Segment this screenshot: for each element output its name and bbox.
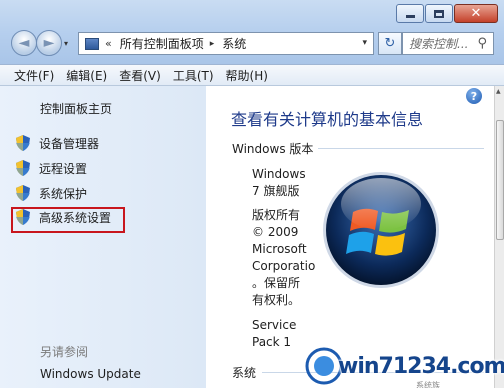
back-arrow-icon: ◄ [18,35,30,51]
system-section-heading: 系统 [232,366,257,380]
search-input[interactable]: 搜索控制... ⚲ [402,32,494,55]
see-also-heading: 另请参阅 [40,345,89,359]
sidebar-item-label: 系统保护 [39,186,88,201]
refresh-icon: ↻ [384,36,396,51]
copyright-line: © 2009 [252,225,299,239]
menu-view[interactable]: 查看(V) [119,67,161,84]
window-controls: ✕ [395,4,498,23]
control-panel-home-link[interactable]: 控制面板主页 [40,100,112,117]
section-divider [318,148,484,149]
menu-bar: 文件(F) 编辑(E) 查看(V) 工具(T) 帮助(H) [0,64,504,86]
breadcrumb-overflow[interactable]: « [105,37,112,50]
refresh-button[interactable]: ↻ [378,32,402,55]
copyright-line: Microsoft [252,242,307,256]
recent-pages-dropdown[interactable]: ▾ [64,39,68,48]
sidebar-item-device-manager[interactable]: 设备管理器 [16,134,99,152]
windows-logo-icon [323,172,439,288]
menu-help[interactable]: 帮助(H) [226,67,268,84]
breadcrumb-system[interactable]: 系统 [222,35,246,52]
copyright-line: 。保留所 [252,276,301,290]
help-icon: ? [470,89,478,103]
control-panel-icon [85,37,99,50]
address-bar[interactable]: « 所有控制面板项 ▸ 系统 ▾ [78,32,374,55]
sidebar-item-label: 设备管理器 [39,136,100,151]
close-icon: ✕ [470,6,482,21]
sidebar-item-remote-settings[interactable]: 远程设置 [16,159,87,177]
copyright-line: 版权所有 [252,208,301,222]
menu-edit[interactable]: 编辑(E) [66,67,107,84]
scroll-up-icon[interactable]: ▲ [496,88,501,95]
copyright-line: Corporatio [252,259,316,273]
edition-block: Windows 7 旗舰版 [252,166,306,200]
search-icon[interactable]: ⚲ [477,36,487,51]
sidebar-item-label: 远程设置 [39,161,88,176]
watermark-text: win71234.com [338,354,504,379]
menu-tools[interactable]: 工具(T) [173,67,214,84]
windows-update-link[interactable]: Windows Update [40,367,141,381]
sidebar-item-system-protection[interactable]: 系统保护 [16,184,87,202]
maximize-button[interactable] [425,4,453,23]
minimize-button[interactable] [396,4,424,23]
close-button[interactable]: ✕ [454,4,498,23]
edition-line: 7 旗舰版 [252,184,300,198]
back-button[interactable]: ◄ [11,30,37,56]
edition-line: Windows [252,167,306,181]
breadcrumb-separator-icon[interactable]: ▸ [210,39,215,49]
windows-edition-heading: Windows 版本 [232,142,314,156]
menu-file[interactable]: 文件(F) [14,67,54,84]
breadcrumb-control-panel-items[interactable]: 所有控制面板项 [120,35,204,52]
service-pack-line: Service [252,318,297,332]
watermark-subtext: 系统族 [416,381,440,388]
service-pack-block: Service Pack 1 [252,317,296,351]
forward-button[interactable]: ► [36,30,62,56]
site-watermark: win71234.com 系统族 [304,340,504,388]
maximize-icon [434,9,444,18]
address-dropdown-icon[interactable]: ▾ [362,38,367,48]
forward-arrow-icon: ► [43,35,55,51]
task-pane: 控制面板主页 设备管理器 远程设置 系统保护 高级系统设置 另请参阅 Windo… [0,86,206,388]
scrollbar-thumb[interactable] [496,120,504,240]
help-button[interactable]: ? [466,88,482,104]
copyright-line: 有权利。 [252,293,301,307]
uac-shield-icon [16,185,30,201]
window-titlebar: ✕ ◄ ► ▾ « 所有控制面板项 ▸ 系统 ▾ ↻ 搜索控制... ⚲ [0,0,504,64]
navigation-bar: ◄ ► ▾ « 所有控制面板项 ▸ 系统 ▾ ↻ 搜索控制... ⚲ [8,30,496,56]
uac-shield-icon [16,160,30,176]
service-pack-line: Pack 1 [252,335,292,349]
search-placeholder: 搜索控制... [409,37,469,51]
highlight-annotation [11,207,125,233]
page-title: 查看有关计算机的基本信息 [231,110,424,129]
uac-shield-icon [16,135,30,151]
minimize-icon [405,15,415,18]
copyright-block: 版权所有 © 2009 Microsoft Corporatio 。保留所 有权… [252,207,315,309]
